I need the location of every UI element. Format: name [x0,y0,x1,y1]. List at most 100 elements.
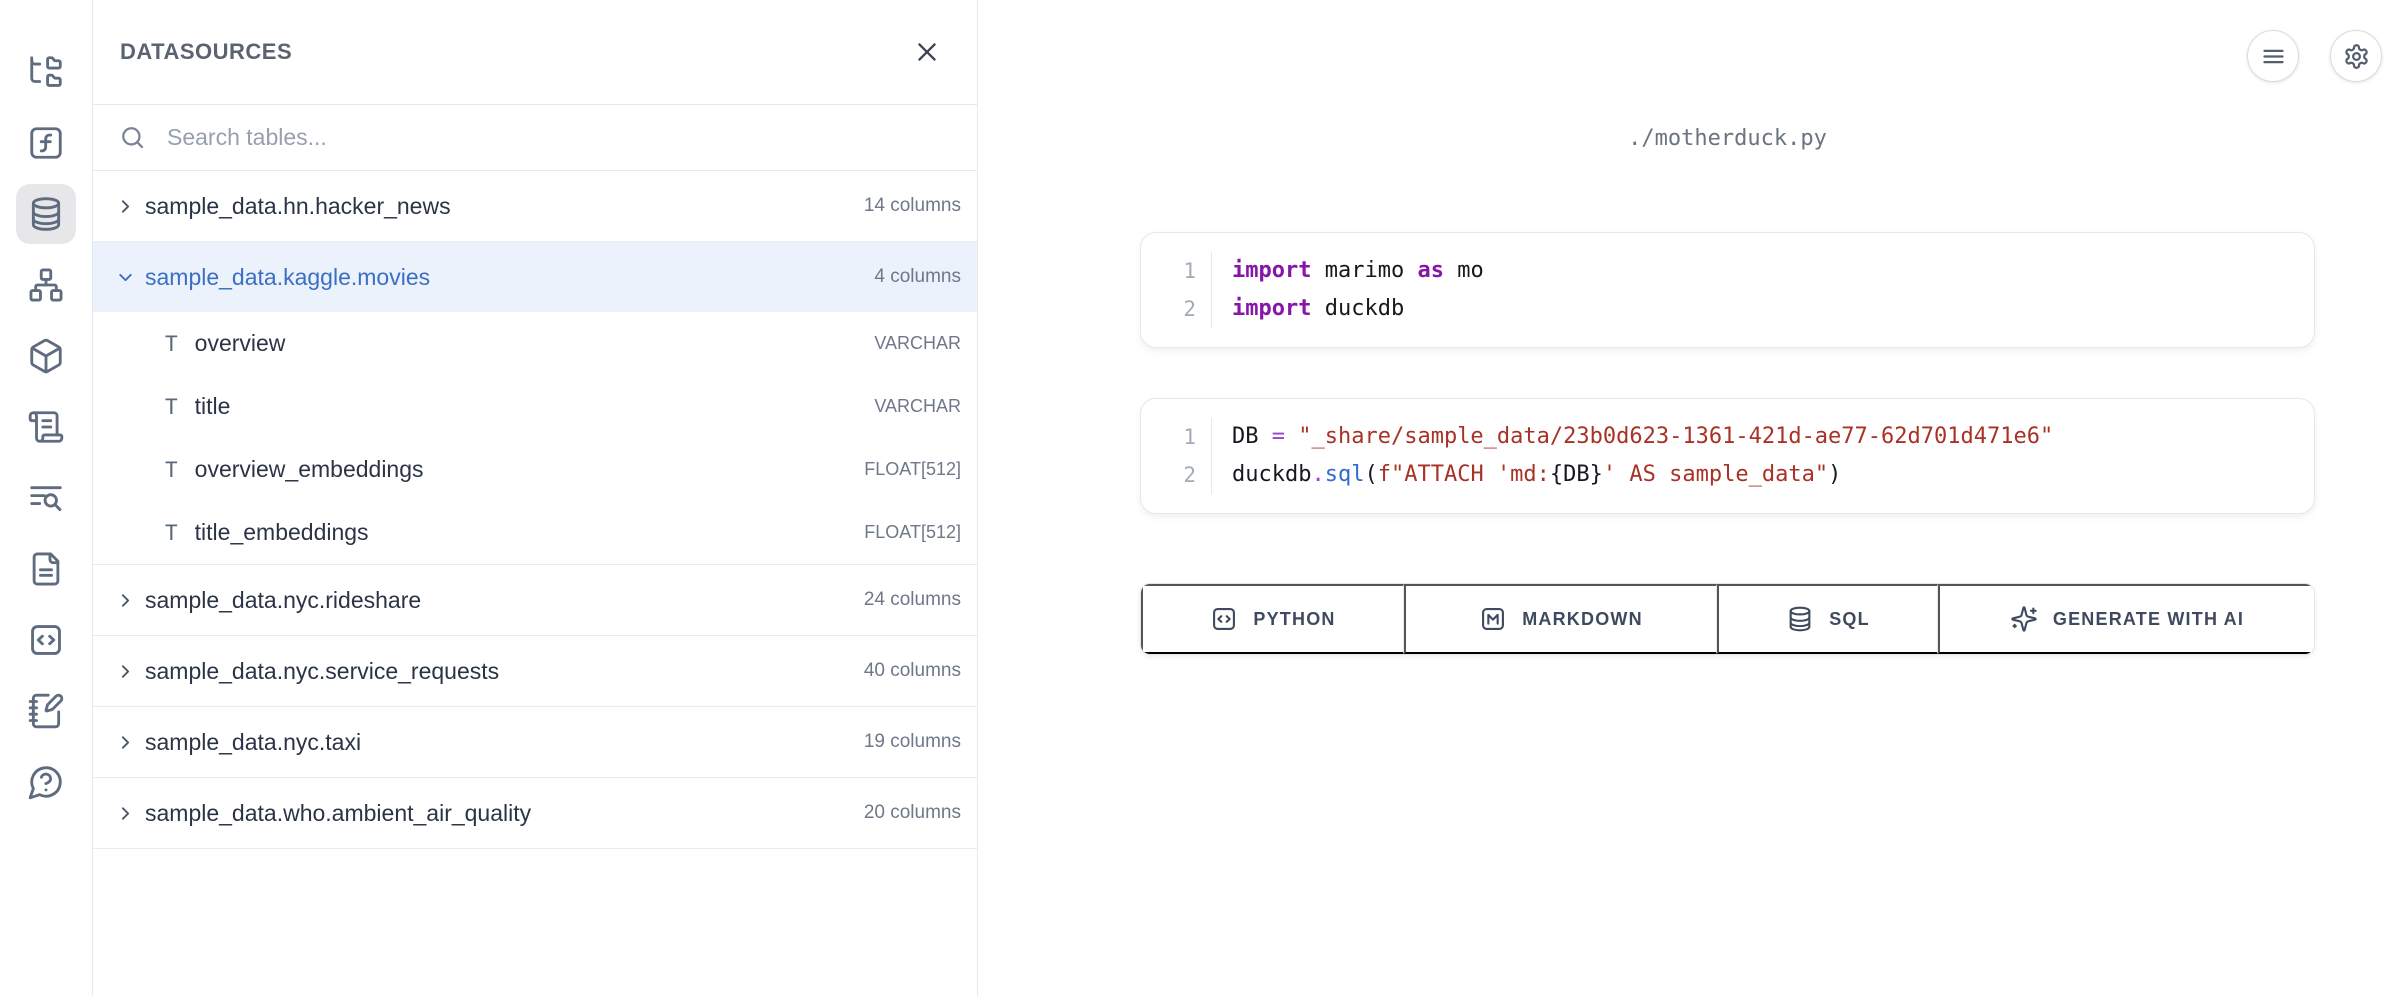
code-editor[interactable]: DB = "_share/sample_data/23b0d623-1361-4… [1212,418,2314,494]
sidebar-item-scratchpad[interactable] [16,681,76,741]
table-row[interactable]: sample_data.hn.hacker_news 14 columns [93,171,977,241]
code-cell[interactable]: 12import marimo as moimport duckdb [1140,232,2315,348]
column-type: FLOAT[512] [864,522,961,543]
scroll-text-icon [27,408,65,446]
settings-button[interactable] [2330,30,2382,82]
table-row[interactable]: sample_data.nyc.taxi 19 columns [93,707,977,777]
icon-sidebar [0,0,92,996]
code-cell[interactable]: 12DB = "_share/sample_data/23b0d623-1361… [1140,398,2315,514]
sidebar-item-datasources[interactable] [16,184,76,244]
sidebar-item-dependencies[interactable] [16,255,76,315]
action-label: MARKDOWN [1522,609,1643,630]
notebook-pen-icon [27,692,65,730]
settings-icon [2343,43,2370,70]
table-row[interactable]: sample_data.nyc.service_requests 40 colum… [93,636,977,706]
table-column-count: 19 columns [864,731,961,753]
folder-tree-icon [27,53,65,91]
table-row[interactable]: sample_data.nyc.rideshare 24 columns [93,565,977,635]
line-number-gutter: 12 [1141,252,1212,328]
table-list: sample_data.hn.hacker_news14 columnssamp… [93,171,977,849]
search-icon [119,124,146,151]
sidebar-item-documentation[interactable] [16,539,76,599]
table-row[interactable]: sample_data.who.ambient_air_quality 20 co… [93,778,977,848]
line-number-gutter: 12 [1141,418,1212,494]
file-text-icon [27,550,65,588]
table-group: sample_data.nyc.taxi 19 columns [93,707,977,778]
chevron-right-icon [115,732,136,753]
text-type-icon: T [165,458,178,482]
table-group: sample_data.nyc.service_requests 40 colum… [93,636,977,707]
box-icon [27,337,65,375]
notebook-filename: ./motherduck.py [1140,126,2315,151]
table-column-count: 14 columns [864,195,961,217]
column-row[interactable]: Toverview_embeddings FLOAT[512] [93,438,977,501]
add-markdown-button[interactable]: MARKDOWN [1404,584,1717,654]
table-name: sample_data.nyc.taxi [145,729,855,756]
column-type: VARCHAR [874,333,961,354]
column-type: VARCHAR [874,396,961,417]
square-code-icon [27,621,65,659]
sidebar-item-snippets[interactable] [16,610,76,670]
square-m-icon [1479,605,1507,633]
panel-header: DATASOURCES [93,0,977,105]
sidebar-item-logs[interactable] [16,397,76,457]
panel-title: DATASOURCES [120,39,907,65]
chevron-right-icon [115,661,136,682]
chevron-down-icon [115,267,136,288]
column-type: FLOAT[512] [864,459,961,480]
network-icon [27,266,65,304]
column-name: overview_embeddings [195,456,848,483]
table-column-count: 40 columns [864,660,961,682]
close-panel-button[interactable] [907,32,947,72]
add-sql-button[interactable]: SQL [1717,584,1938,654]
column-name: title [195,393,858,420]
text-type-icon: T [165,521,178,545]
generate-ai-button[interactable]: GENERATE WITH AI [1938,584,2314,654]
table-name: sample_data.nyc.service_requests [145,658,855,685]
table-column-count: 20 columns [864,802,961,824]
table-column-count: 24 columns [864,589,961,611]
message-question-icon [27,763,65,801]
table-name: sample_data.kaggle.movies [145,264,865,291]
action-label: PYTHON [1253,609,1335,630]
sidebar-item-help[interactable] [16,752,76,812]
column-row[interactable]: Ttitle VARCHAR [93,375,977,438]
search-bar [93,105,977,171]
chevron-right-icon [115,590,136,611]
square-code-icon [1210,605,1238,633]
add-cell-actionbar: PYTHON MARKDOWN SQL GENERATE WITH AI [1140,583,2315,655]
table-group: sample_data.nyc.rideshare 24 columns [93,565,977,636]
sidebar-item-file-explorer[interactable] [16,42,76,102]
action-label: GENERATE WITH AI [2053,609,2244,630]
table-name: sample_data.nyc.rideshare [145,587,855,614]
action-label: SQL [1829,609,1870,630]
search-input[interactable] [167,124,951,151]
text-type-icon: T [165,395,178,419]
square-function-icon [27,124,65,162]
table-column-count: 4 columns [874,266,961,288]
notebook-area: ./motherduck.py 12import marimo as moimp… [978,0,2399,996]
add-python-button[interactable]: PYTHON [1141,584,1404,654]
sparkles-icon [2010,605,2038,633]
chevron-right-icon [115,196,136,217]
sidebar-item-tracebacks[interactable] [16,468,76,528]
table-group: sample_data.hn.hacker_news 14 columns [93,171,977,242]
column-name: title_embeddings [195,519,848,546]
datasources-panel: DATASOURCES sample_data.hn.hacker_news 14… [92,0,978,996]
table-name: sample_data.hn.hacker_news [145,193,855,220]
database-icon [1786,605,1814,633]
table-name: sample_data.who.ambient_air_quality [145,800,855,827]
list-search-icon [27,479,65,517]
column-row[interactable]: Toverview VARCHAR [93,312,977,375]
column-row[interactable]: Ttitle_embeddings FLOAT[512] [93,501,977,564]
sidebar-item-packages[interactable] [16,326,76,386]
column-name: overview [195,330,858,357]
text-type-icon: T [165,332,178,356]
table-group: sample_data.who.ambient_air_quality 20 co… [93,778,977,849]
table-group: sample_data.kaggle.movies 4 columns Toverv… [93,242,977,565]
sidebar-item-functions[interactable] [16,113,76,173]
table-row[interactable]: sample_data.kaggle.movies 4 columns [93,242,977,312]
notebook-content: ./motherduck.py 12import marimo as moimp… [1140,0,2315,996]
code-editor[interactable]: import marimo as moimport duckdb [1212,252,2314,328]
chevron-right-icon [115,803,136,824]
